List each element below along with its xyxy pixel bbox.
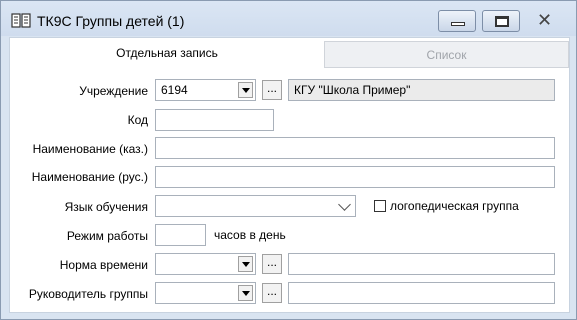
time-norm-select[interactable]	[155, 253, 256, 275]
book-icon	[11, 13, 31, 28]
name-kaz-label: Наименование (каз.)	[32, 142, 148, 156]
code-label: Код	[127, 113, 148, 127]
institution-label: Учреждение	[79, 84, 148, 98]
speech-group-label: логопедическая группа	[390, 199, 519, 213]
minimize-button[interactable]	[438, 10, 476, 32]
maximize-button[interactable]	[482, 10, 520, 32]
chevron-down-icon	[338, 198, 351, 211]
form-panel: Отдельная запись Список Учреждение 6194 …	[9, 37, 570, 313]
chevron-down-icon[interactable]	[238, 82, 253, 98]
institution-lookup-button[interactable]: ...	[262, 80, 282, 100]
institution-name-field: КГУ "Школа Пример"	[288, 79, 555, 101]
name-rus-input[interactable]	[155, 166, 555, 188]
work-mode-suffix: часов в день	[214, 228, 286, 242]
work-mode-label: Режим работы	[66, 229, 148, 243]
work-mode-input[interactable]	[155, 224, 206, 246]
name-kaz-input[interactable]	[155, 137, 555, 159]
institution-code-value: 6194	[161, 83, 188, 97]
language-label: Язык обучения	[64, 200, 148, 214]
minimize-icon	[451, 22, 465, 26]
maximize-icon	[495, 16, 509, 27]
close-button[interactable]: ✕	[523, 10, 569, 32]
title-bar[interactable]: ТК9С Группы детей (1) ✕	[1, 1, 576, 36]
chevron-down-icon[interactable]	[238, 256, 253, 272]
tab-single-record[interactable]: Отдельная запись	[10, 38, 324, 70]
time-norm-text-field[interactable]	[288, 253, 555, 275]
tab-list[interactable]: Список	[324, 41, 569, 68]
group-leader-label: Руководитель группы	[28, 287, 148, 301]
time-norm-lookup-button[interactable]: ...	[262, 254, 282, 274]
language-select[interactable]	[155, 195, 356, 217]
group-leader-select[interactable]	[155, 282, 256, 304]
close-icon: ✕	[537, 10, 553, 30]
speech-group-checkbox[interactable]	[374, 200, 386, 212]
name-rus-label: Наименование (рус.)	[31, 170, 148, 184]
group-leader-lookup-button[interactable]: ...	[262, 283, 282, 303]
time-norm-label: Норма времени	[59, 258, 148, 272]
group-leader-text-field[interactable]	[288, 282, 555, 304]
institution-code-select[interactable]: 6194	[155, 79, 256, 101]
app-window: ТК9С Группы детей (1) ✕ Отдельная запись…	[0, 0, 577, 320]
chevron-down-icon[interactable]	[238, 285, 253, 301]
window-title: ТК9С Группы детей (1)	[37, 13, 185, 29]
code-input[interactable]	[155, 109, 274, 131]
